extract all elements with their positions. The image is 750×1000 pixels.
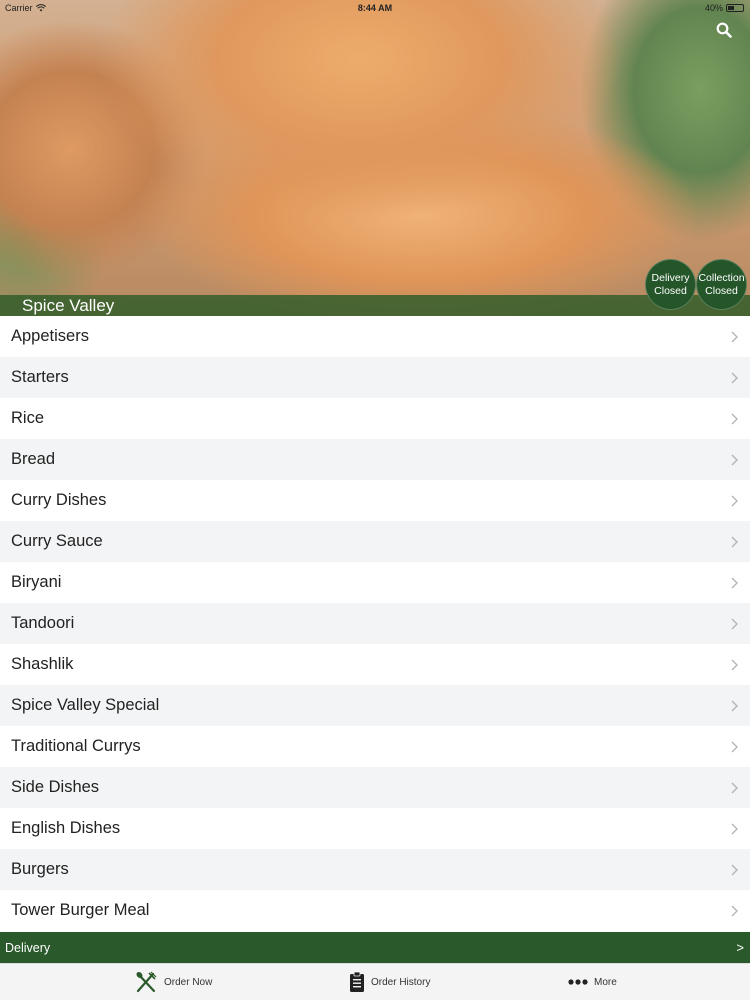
chevron-right-icon	[731, 823, 738, 834]
menu-category-appetisers[interactable]: Appetisers	[0, 316, 750, 357]
menu-category-traditional-currys[interactable]: Traditional Currys	[0, 726, 750, 767]
menu-category-burgers[interactable]: Burgers	[0, 849, 750, 890]
menu-category-label: Rice	[11, 409, 45, 427]
chevron-right-icon	[731, 536, 738, 547]
bottom-tab-bar: Order Now Order History More	[0, 963, 750, 1000]
menu-category-spice-valley-special[interactable]: Spice Valley Special	[0, 685, 750, 726]
menu-category-label: Side Dishes	[11, 778, 100, 796]
more-dots-icon	[568, 978, 588, 986]
chevron-right-icon	[731, 659, 738, 670]
menu-category-biryani[interactable]: Biryani	[0, 562, 750, 603]
menu-category-tower-burger-meal[interactable]: Tower Burger Meal	[0, 890, 750, 931]
delivery-mode-label: Delivery	[5, 940, 51, 955]
chevron-right-icon	[731, 454, 738, 465]
chevron-right-icon	[731, 413, 738, 424]
collection-status-title: Collection	[698, 271, 745, 284]
menu-category-label: Curry Dishes	[11, 491, 107, 509]
chevron-right-icon	[731, 741, 738, 752]
restaurant-name: Spice Valley	[22, 296, 115, 315]
menu-category-bread[interactable]: Bread	[0, 439, 750, 480]
chevron-right-icon	[731, 864, 738, 875]
chevron-right-icon	[731, 618, 738, 629]
chevron-right-icon	[731, 495, 738, 506]
clock: 8:44 AM	[357, 3, 393, 13]
menu-category-shashlik[interactable]: Shashlik	[0, 644, 750, 685]
menu-category-label: Tandoori	[11, 614, 75, 632]
status-bar: Carrier 8:44 AM 40%	[0, 0, 750, 16]
tab-more-label: More	[594, 976, 617, 988]
menu-category-curry-sauce[interactable]: Curry Sauce	[0, 521, 750, 562]
chevron-right-icon	[731, 372, 738, 383]
battery-info: 40%	[705, 3, 744, 13]
chevron-right-icon	[731, 331, 738, 342]
hero-food-image	[0, 0, 750, 316]
delivery-status-badge: Delivery Closed	[645, 259, 696, 310]
restaurant-name-band: Spice Valley	[0, 295, 750, 316]
delivery-mode-bar[interactable]: Delivery >	[0, 932, 750, 963]
menu-category-side-dishes[interactable]: Side Dishes	[0, 767, 750, 808]
menu-category-label: English Dishes	[11, 819, 121, 837]
menu-category-starters[interactable]: Starters	[0, 357, 750, 398]
delivery-status-title: Delivery	[651, 271, 690, 284]
menu-category-curry-dishes[interactable]: Curry Dishes	[0, 480, 750, 521]
search-icon	[716, 22, 732, 38]
tab-order-now-label: Order Now	[164, 976, 213, 988]
menu-category-label: Traditional Currys	[11, 737, 141, 755]
menu-category-label: Biryani	[11, 573, 62, 591]
menu-category-label: Burgers	[11, 860, 69, 878]
menu-category-rice[interactable]: Rice	[0, 398, 750, 439]
menu-category-label: Spice Valley Special	[11, 696, 160, 714]
chevron-right-icon	[731, 782, 738, 793]
menu-category-label: Bread	[11, 450, 56, 468]
menu-category-label: Shashlik	[11, 655, 74, 673]
clipboard-icon	[349, 971, 365, 993]
tab-order-history-label: Order History	[371, 976, 431, 988]
fork-knife-icon	[134, 970, 158, 994]
menu-category-list: Appetisers Starters Rice Bread Curry Dis…	[0, 316, 750, 931]
menu-category-tandoori[interactable]: Tandoori	[0, 603, 750, 644]
collection-status-badge: Collection Closed	[696, 259, 747, 310]
tab-order-now[interactable]: Order Now	[134, 964, 212, 1000]
chevron-right-icon	[731, 905, 738, 916]
menu-category-label: Starters	[11, 368, 69, 386]
tab-more[interactable]: More	[568, 964, 617, 1000]
chevron-right-icon	[731, 700, 738, 711]
delivery-status-state: Closed	[654, 284, 687, 297]
battery-icon	[726, 4, 744, 12]
chevron-right-icon	[731, 577, 738, 588]
menu-category-label: Tower Burger Meal	[11, 901, 150, 919]
battery-percent: 40%	[704, 3, 723, 13]
collection-status-state: Closed	[705, 284, 738, 297]
search-button[interactable]	[716, 22, 734, 40]
tab-order-history[interactable]: Order History	[349, 964, 430, 1000]
chevron-right-icon: >	[736, 940, 744, 955]
menu-category-english-dishes[interactable]: English Dishes	[0, 808, 750, 849]
menu-category-label: Curry Sauce	[11, 532, 103, 550]
menu-category-label: Appetisers	[11, 327, 89, 345]
